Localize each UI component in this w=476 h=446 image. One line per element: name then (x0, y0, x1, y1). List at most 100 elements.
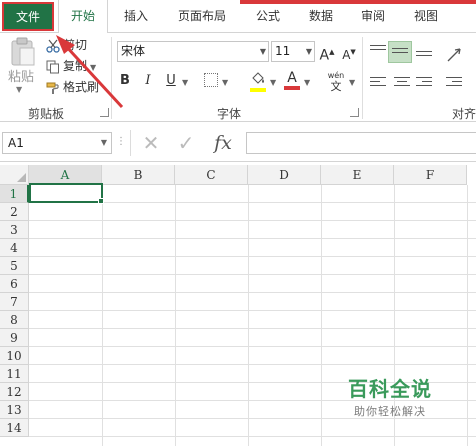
row-header-2[interactable]: 2 (0, 203, 29, 221)
copy-icon (46, 60, 59, 73)
font-size-combo[interactable]: 11 ▼ (271, 41, 315, 62)
row-header-4[interactable]: 4 (0, 239, 29, 257)
tab-formulas[interactable]: 公式 (256, 0, 280, 32)
fill-color-button[interactable] (250, 71, 266, 92)
row-header-3[interactable]: 3 (0, 221, 29, 239)
paint-bucket-icon (252, 72, 264, 84)
underline-button[interactable]: U (163, 71, 179, 91)
chevron-down-icon: ▼ (16, 85, 23, 94)
select-all-triangle-icon (17, 173, 26, 182)
formula-bar: A1 ▼ ⋮ ✕ ✓ fx (0, 122, 476, 162)
align-left-icon[interactable] (370, 77, 386, 91)
name-box[interactable]: A1 ▼ (2, 132, 112, 154)
copy-button[interactable]: 复制 ▼ (46, 57, 96, 75)
align-center-icon[interactable] (394, 77, 410, 91)
row-header-11[interactable]: 11 (0, 365, 29, 383)
caret-up-icon: ▲ (329, 48, 335, 56)
chevron-down-icon[interactable]: ▼ (349, 78, 355, 87)
paste-label: 粘贴 (8, 70, 35, 85)
caret-down-icon: ▼ (350, 48, 356, 56)
column-header-d[interactable]: D (248, 165, 321, 185)
cut-label: 剪切 (63, 38, 88, 52)
row-header-13[interactable]: 13 (0, 401, 29, 419)
paintbrush-icon (46, 82, 59, 94)
font-color-letter: A (287, 70, 297, 86)
grid-hline (29, 238, 476, 239)
grid-vline (467, 185, 468, 446)
borders-icon[interactable] (204, 73, 218, 87)
active-cell-a1[interactable] (29, 183, 103, 203)
alignment-group-label: 对齐 (452, 107, 476, 121)
chevron-down-icon[interactable]: ▼ (222, 78, 228, 87)
cancel-entry-button[interactable]: ✕ (138, 132, 164, 154)
font-name-value: 宋体 (121, 44, 146, 58)
font-color-button[interactable]: A (284, 71, 300, 91)
align-top-icon[interactable] (370, 45, 386, 59)
row-header-9[interactable]: 9 (0, 329, 29, 347)
formula-input[interactable] (246, 132, 476, 154)
decrease-indent-icon[interactable] (446, 77, 462, 91)
chevron-down-icon: ▼ (305, 47, 312, 56)
row-header-10[interactable]: 10 (0, 347, 29, 365)
grid-hline (29, 364, 476, 365)
column-header-e[interactable]: E (321, 165, 394, 185)
copy-label: 复制 (63, 59, 88, 73)
tab-insert[interactable]: 插入 (124, 0, 148, 32)
font-name-combo[interactable]: 宋体 ▼ (117, 41, 269, 62)
formula-bar-handle[interactable]: ⋮ (116, 136, 126, 147)
enter-entry-button[interactable]: ✓ (173, 132, 199, 154)
watermark: 百科全说 助你轻松解决 (340, 373, 440, 419)
column-header-a[interactable]: A (29, 165, 102, 185)
column-header-c[interactable]: C (175, 165, 248, 185)
tab-review[interactable]: 审阅 (361, 0, 385, 32)
watermark-title: 百科全说 (348, 377, 432, 401)
row-header-12[interactable]: 12 (0, 383, 29, 401)
decrease-font-button[interactable]: A▼ (341, 42, 357, 62)
fill-handle[interactable] (98, 198, 104, 204)
tab-home[interactable]: 开始 (58, 0, 108, 34)
chevron-down-icon[interactable]: ▼ (270, 78, 276, 87)
column-header-b[interactable]: B (102, 165, 175, 185)
row-header-8[interactable]: 8 (0, 311, 29, 329)
fill-color-swatch (250, 88, 266, 92)
row-header-14[interactable]: 14 (0, 419, 29, 437)
clipboard-dialog-launcher[interactable] (100, 108, 109, 117)
grid-vline (175, 185, 176, 446)
chevron-down-icon[interactable]: ▼ (304, 78, 310, 87)
insert-function-button[interactable]: fx (209, 132, 237, 154)
tab-file[interactable]: 文件 (2, 2, 54, 31)
bold-button[interactable]: B (117, 71, 133, 91)
orientation-icon[interactable] (446, 45, 462, 62)
tab-data[interactable]: 数据 (309, 0, 333, 32)
chevron-down-icon: ▼ (90, 63, 97, 72)
ribbon-tab-bar: 文件 开始 插入 页面布局 公式 数据 审阅 视图 (0, 0, 476, 34)
clipboard-group-label: 剪贴板 (28, 107, 65, 121)
name-box-value: A1 (8, 136, 24, 150)
increase-font-button[interactable]: A▲ (319, 42, 335, 64)
row-header-7[interactable]: 7 (0, 293, 29, 311)
align-bottom-icon[interactable] (416, 51, 432, 65)
row-header-6[interactable]: 6 (0, 275, 29, 293)
grid-hline (29, 220, 476, 221)
format-painter-button[interactable]: 格式刷 (46, 78, 99, 96)
chevron-down-icon[interactable]: ▼ (182, 78, 188, 87)
align-right-icon[interactable] (416, 77, 432, 91)
italic-button[interactable]: I (140, 71, 156, 91)
scissors-icon (46, 39, 60, 53)
tab-view[interactable]: 视图 (414, 0, 438, 32)
watermark-subtitle: 助你轻松解决 (354, 405, 426, 418)
phonetic-guide-button[interactable]: wén 文 (326, 70, 346, 92)
ribbon-home: 粘贴 ▼ 剪切 复制 ▼ 格式刷 剪贴板 宋体 ▼ 11 ▼ A▲ A▼ B I… (0, 33, 476, 122)
cut-button[interactable]: 剪切 (46, 36, 87, 54)
row-header-5[interactable]: 5 (0, 257, 29, 275)
font-color-swatch (284, 86, 300, 90)
tab-page-layout[interactable]: 页面布局 (178, 0, 226, 32)
align-middle-icon (392, 48, 408, 62)
column-header-f[interactable]: F (394, 165, 467, 185)
row-header-1[interactable]: 1 (0, 185, 29, 203)
divider (130, 130, 131, 156)
select-all-button[interactable] (0, 165, 29, 185)
font-dialog-launcher[interactable] (350, 108, 359, 117)
clipboard-icon (11, 37, 35, 66)
chevron-down-icon: ▼ (259, 47, 266, 56)
